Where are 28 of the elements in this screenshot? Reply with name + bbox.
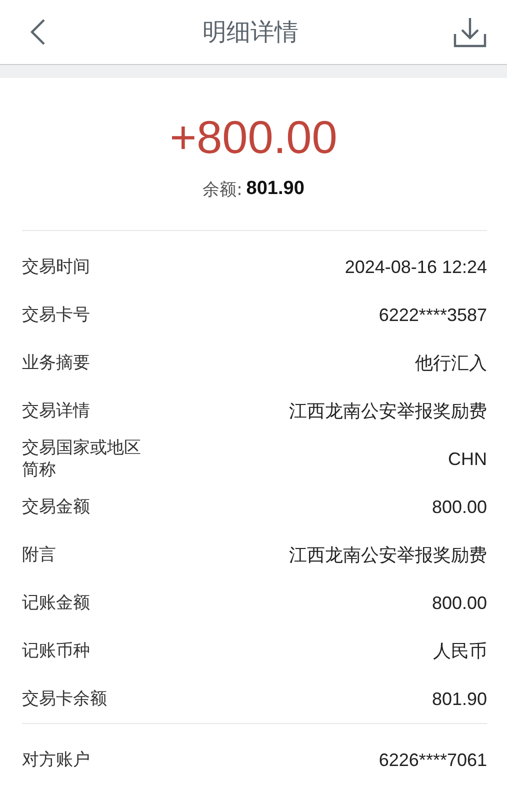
field-label: 交易详情 (22, 400, 91, 422)
balance-label: 余额: (202, 179, 242, 201)
field-label: 附言 (22, 544, 57, 566)
field-value: CHN (448, 448, 487, 470)
page-title: 明细详情 (202, 17, 298, 48)
field-label: 交易国家或地区简称 (22, 437, 142, 481)
field-value: 江西龙南公安举报奖励费 (289, 544, 487, 567)
field-label: 交易卡余额 (22, 688, 108, 710)
field-value: 2024-08-16 12:24 (344, 256, 487, 278)
field-label: 记账币种 (22, 640, 91, 662)
field-value: 他行汇入 (415, 352, 487, 375)
field-value: 6226****7061 (378, 750, 487, 770)
field-label: 记账金额 (22, 592, 91, 614)
field-label: 交易时间 (22, 256, 91, 278)
field-label: 交易金额 (22, 496, 91, 518)
field-value: 人民币 (433, 640, 487, 663)
field-label: 交易卡号 (22, 304, 91, 326)
download-button[interactable] (453, 16, 487, 48)
transaction-amount: +800.00 (170, 110, 338, 164)
field-value: 801.90 (432, 688, 487, 710)
field-value: 6222****3587 (378, 304, 487, 326)
back-button[interactable] (28, 18, 48, 46)
field-label: 对方账户 (22, 749, 91, 771)
field-label: 业务摘要 (22, 352, 91, 374)
field-value: 800.00 (432, 592, 487, 614)
field-value: 江西龙南公安举报奖励费 (289, 400, 487, 423)
balance-value: 801.90 (246, 178, 304, 201)
field-value: 800.00 (432, 496, 487, 518)
